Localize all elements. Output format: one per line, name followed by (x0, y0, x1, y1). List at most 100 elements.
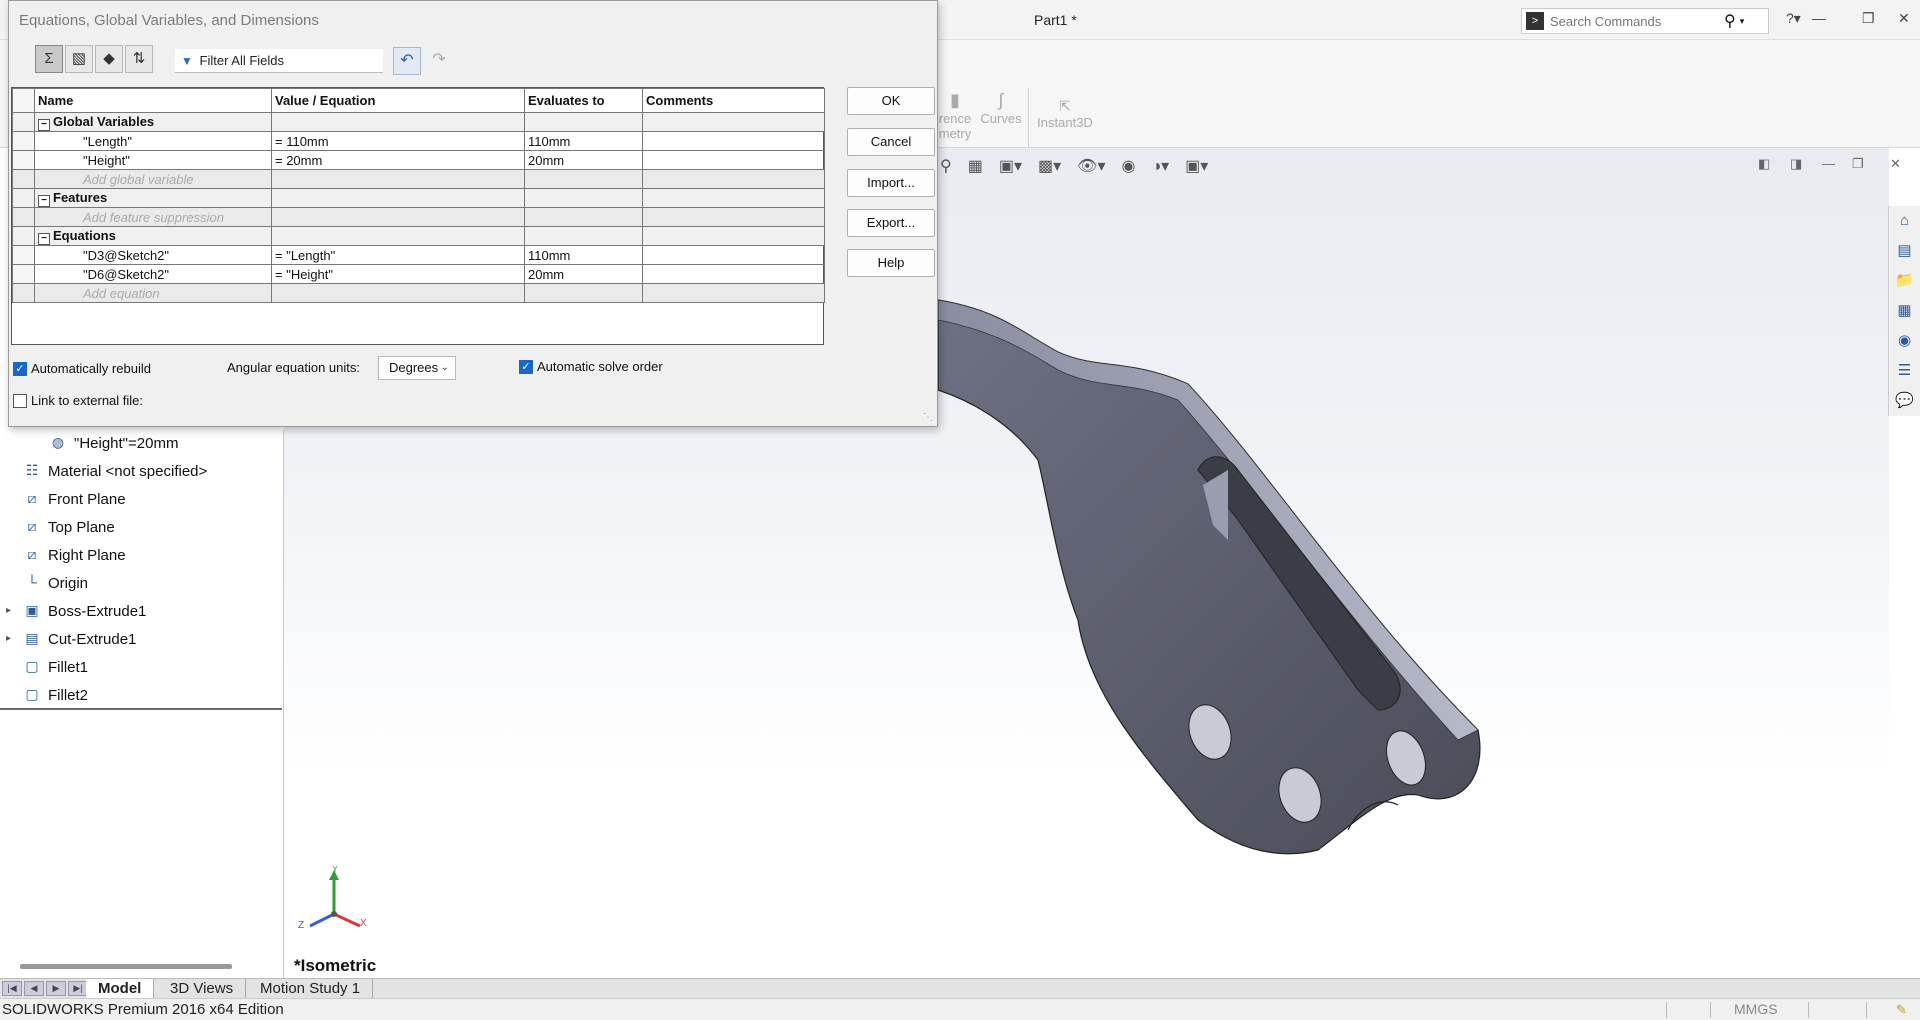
comments-cell[interactable] (642, 131, 825, 151)
section-global-variables[interactable]: − Global Variables (12, 112, 825, 132)
minimize-icon[interactable]: — (1812, 10, 1826, 26)
collapse-icon[interactable]: − (38, 194, 50, 207)
tree-item[interactable]: ▣ Boss-Extrude1 (22, 599, 146, 623)
tree-item[interactable]: ⧄ Front Plane (22, 487, 126, 511)
display-style-icon[interactable]: ▩▾ (1038, 156, 1061, 176)
view-orientation-icon[interactable]: ▣▾ (999, 156, 1022, 176)
section-features[interactable]: − Features (12, 188, 825, 208)
help-icon[interactable]: ?▾ (1786, 10, 1801, 27)
column-header-comments[interactable]: Comments (642, 88, 825, 113)
dimension-view-button[interactable]: ◆ (95, 45, 123, 73)
value-cell[interactable]: = "Height" (271, 264, 525, 284)
table-row[interactable]: "D3@Sketch2" = "Length" 110mm (12, 245, 825, 265)
table-row[interactable]: "D6@Sketch2" = "Height" 20mm (12, 264, 825, 284)
search-commands-box[interactable]: > ⚲ ▾ (1521, 8, 1769, 34)
hide-show-items-icon[interactable]: 👁▾ (1077, 156, 1105, 176)
import-button[interactable]: Import... (847, 169, 935, 197)
last-tab-icon[interactable]: ▶| (68, 981, 88, 996)
row-selector[interactable] (12, 150, 35, 170)
search-dropdown-icon[interactable]: ▾ (1740, 16, 1745, 27)
view-palette-icon[interactable]: ▦ (1889, 296, 1920, 326)
tree-horizontal-scrollbar[interactable] (20, 964, 232, 969)
ordered-view-button[interactable]: ⇅ (125, 45, 153, 73)
link-external-checkbox[interactable] (13, 393, 27, 408)
link-external-option[interactable]: Link to external file: (13, 393, 143, 408)
export-button[interactable]: Export... (847, 209, 935, 237)
collapse-icon[interactable]: − (38, 232, 50, 245)
section-label-cell[interactable]: − Equations (34, 226, 272, 246)
tree-item[interactable]: ⧄ Right Plane (22, 543, 126, 567)
name-cell[interactable]: "Height" (34, 150, 272, 170)
add-equation-cell[interactable]: Add equation (34, 283, 272, 303)
comments-cell[interactable] (642, 264, 825, 284)
cancel-button[interactable]: Cancel (847, 128, 935, 156)
column-header-name[interactable]: Name (34, 88, 272, 113)
search-input[interactable] (1550, 13, 1720, 29)
tree-item[interactable]: └ Origin (22, 571, 88, 595)
name-cell[interactable]: "D3@Sketch2" (34, 245, 272, 265)
viewport-maximize-icon[interactable]: ❐ (1852, 156, 1864, 172)
expand-icon[interactable]: ▸ (6, 605, 11, 616)
view-settings-icon[interactable]: ▣▾ (1185, 156, 1208, 176)
section-label-cell[interactable]: − Global Variables (34, 112, 272, 132)
angular-units-select[interactable]: Degrees ⌄ (378, 356, 456, 380)
name-cell[interactable]: "D6@Sketch2" (34, 264, 272, 284)
tree-item[interactable]: ▢ Fillet1 (22, 655, 88, 679)
add-feature-suppression-cell[interactable]: Add feature suppression (34, 207, 272, 227)
table-row[interactable]: "Length" = 110mm 110mm (12, 131, 825, 151)
section-equations[interactable]: − Equations (12, 226, 825, 246)
auto-solve-checkbox[interactable]: ✓ (519, 359, 533, 374)
tree-item[interactable]: ▤ Cut-Extrude1 (22, 627, 136, 651)
add-equation-row[interactable]: Add equation (12, 283, 825, 303)
apply-scene-icon[interactable]: ◑▾ (1151, 156, 1169, 176)
bracket-3d-model[interactable] (938, 290, 1498, 870)
prev-tab-icon[interactable]: ◀ (24, 981, 44, 996)
restore-icon[interactable]: ❐ (1862, 10, 1875, 27)
tab-3d-views[interactable]: 3D Views (158, 979, 247, 999)
viewport-restore-left-icon[interactable]: ◧ (1758, 156, 1770, 172)
rebuild-status-icon[interactable]: ✎ (1896, 999, 1907, 1020)
resize-grip-icon[interactable]: ⋱ (923, 412, 935, 424)
instant3d-button[interactable]: ⇱ Instant3D (1034, 98, 1096, 130)
comments-cell[interactable] (642, 150, 825, 170)
undo-button[interactable]: ↶ (393, 47, 421, 75)
next-tab-icon[interactable]: ▶ (46, 981, 66, 996)
sketch-equation-view-button[interactable]: ▧ (65, 45, 93, 73)
table-row[interactable]: "Height" = 20mm 20mm (12, 150, 825, 170)
section-view-icon[interactable]: ▦ (968, 156, 983, 176)
help-button[interactable]: Help (847, 249, 935, 277)
tab-motion-study-1[interactable]: Motion Study 1 (248, 979, 374, 999)
value-cell[interactable]: = "Length" (271, 245, 525, 265)
search-icon[interactable]: ⚲ (1724, 11, 1736, 31)
column-header-evaluates[interactable]: Evaluates to (524, 88, 643, 113)
tree-item[interactable]: ⧄ Top Plane (22, 515, 115, 539)
edit-appearance-icon[interactable]: ◉ (1122, 156, 1136, 176)
forum-icon[interactable]: 💬 (1889, 386, 1920, 416)
file-explorer-icon[interactable]: 📁 (1889, 266, 1920, 296)
equation-view-button[interactable]: Σ (35, 45, 63, 73)
value-cell[interactable]: = 110mm (271, 131, 525, 151)
zoom-to-fit-icon[interactable]: ⚲ (940, 156, 952, 176)
row-selector[interactable] (12, 264, 35, 284)
filter-field[interactable]: ▼ Filter All Fields (175, 49, 383, 73)
design-library-icon[interactable]: ▤ (1889, 236, 1920, 266)
tab-model[interactable]: Model (86, 979, 155, 999)
auto-solve-option[interactable]: ✓ Automatic solve order (519, 359, 663, 374)
name-cell[interactable]: "Length" (34, 131, 272, 151)
viewport-restore-right-icon[interactable]: ◨ (1790, 156, 1802, 172)
row-selector[interactable] (12, 245, 35, 265)
reference-geometry-button[interactable]: ▮ rence metry (938, 90, 972, 141)
unit-system-label[interactable]: MMGS (1734, 999, 1778, 1020)
add-global-variable-cell[interactable]: Add global variable (34, 169, 272, 189)
tree-item[interactable]: ◍ "Height"=20mm (48, 431, 179, 455)
column-header-value[interactable]: Value / Equation (271, 88, 525, 113)
row-selector[interactable] (12, 131, 35, 151)
ok-button[interactable]: OK (847, 87, 935, 115)
tree-item[interactable]: ☷ Material <not specified> (22, 459, 208, 483)
section-label-cell[interactable]: − Features (34, 188, 272, 208)
viewport-close-icon[interactable]: ✕ (1890, 156, 1901, 172)
curves-button[interactable]: ∫ Curves (978, 90, 1024, 126)
auto-rebuild-option[interactable]: ✓ Automatically rebuild (13, 361, 151, 376)
tree-item[interactable]: ▢ Fillet2 (22, 683, 88, 707)
value-cell[interactable]: = 20mm (271, 150, 525, 170)
